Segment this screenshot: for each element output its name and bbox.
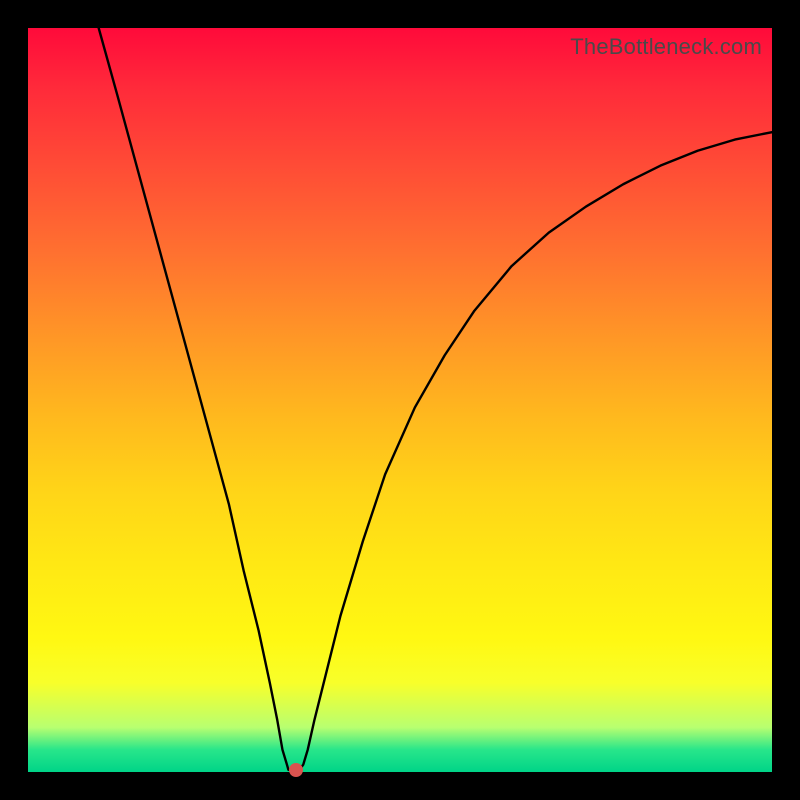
chart-frame: TheBottleneck.com	[0, 0, 800, 800]
bottleneck-curve	[28, 28, 772, 772]
optimal-point-marker	[289, 763, 303, 777]
plot-area: TheBottleneck.com	[28, 28, 772, 772]
